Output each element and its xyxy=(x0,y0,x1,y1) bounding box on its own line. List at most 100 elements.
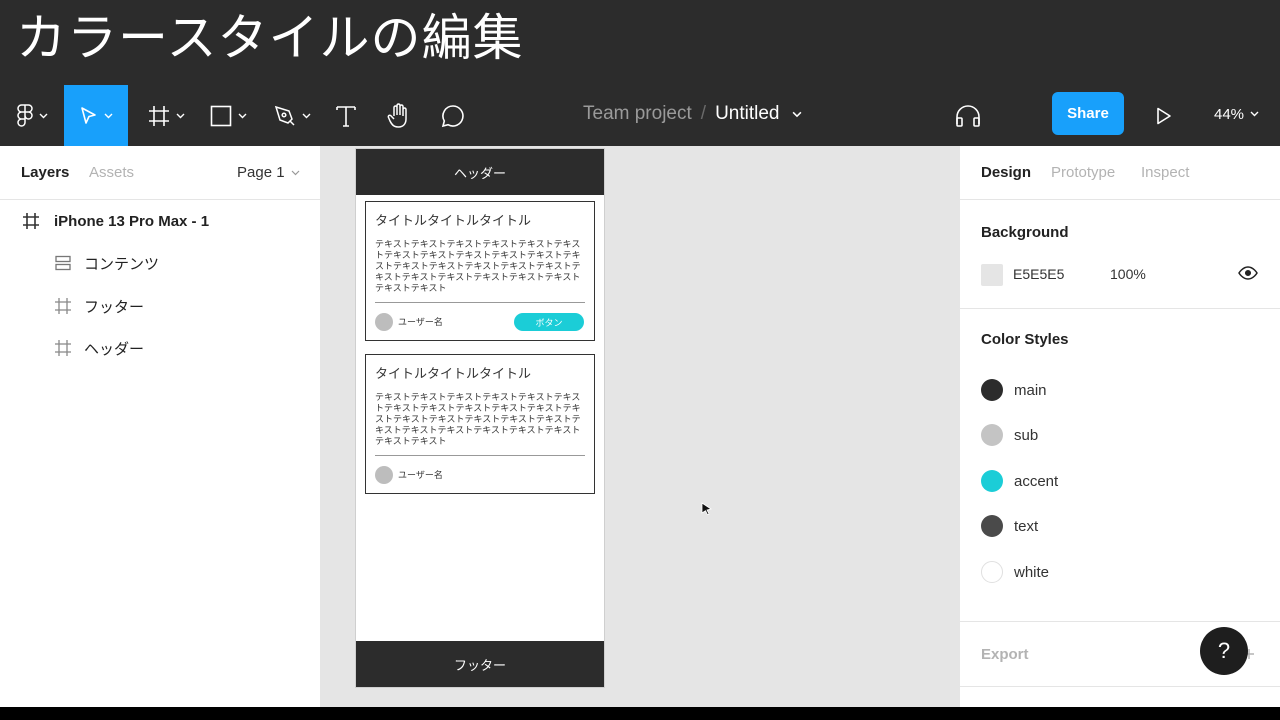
help-button[interactable]: ? xyxy=(1200,627,1248,675)
color-style-sub[interactable]: sub xyxy=(981,423,1038,447)
title-banner: カラースタイルの編集 xyxy=(0,0,1280,82)
mouse-cursor-icon xyxy=(701,502,712,516)
card-body: テキストテキストテキストテキストテキストテキストテキストテキストテキストテキスト… xyxy=(375,240,581,294)
zoom-level: 44% xyxy=(1214,105,1245,123)
main-menu-button[interactable] xyxy=(12,85,52,146)
card-title: タイトルタイトルタイトル xyxy=(375,214,532,229)
chevron-down-icon xyxy=(302,113,310,118)
layer-header[interactable]: ヘッダー xyxy=(54,333,144,363)
card[interactable]: タイトルタイトルタイトル テキストテキストテキストテキストテキストテキストテキス… xyxy=(365,201,595,341)
move-tool-button[interactable] xyxy=(64,85,128,146)
color-style-text[interactable]: text xyxy=(981,514,1038,538)
breadcrumb: Team project / Untitled xyxy=(583,82,802,146)
breadcrumb-separator: / xyxy=(700,103,707,124)
tab-design[interactable]: Design xyxy=(981,164,1031,181)
color-style-name: white xyxy=(1014,563,1050,581)
frame-footer[interactable]: フッター xyxy=(356,641,604,687)
color-swatch xyxy=(981,515,1003,537)
figma-menu-icon xyxy=(16,103,33,127)
text-tool-icon xyxy=(336,105,356,127)
background-opacity[interactable]: 100% xyxy=(1110,266,1146,282)
tab-inspect[interactable]: Inspect xyxy=(1141,164,1189,181)
card-username: ユーザー名 xyxy=(398,471,443,481)
chevron-down-icon xyxy=(291,170,299,175)
layer-contents[interactable]: コンテンツ xyxy=(54,248,159,278)
frame-tool-icon xyxy=(148,105,169,126)
card-button[interactable]: ボタン xyxy=(514,313,584,331)
avatar xyxy=(375,466,393,484)
audio-button[interactable] xyxy=(952,85,984,146)
banner-title: カラースタイルの編集 xyxy=(16,9,524,67)
zoom-menu[interactable]: 44% xyxy=(1214,82,1259,146)
page-selector[interactable]: Page 1 xyxy=(237,164,300,181)
background-swatch[interactable] xyxy=(981,264,1003,286)
export-section-title[interactable]: Export xyxy=(981,646,1029,663)
color-style-name: sub xyxy=(1014,426,1039,444)
right-panel-tabs: Design Prototype Inspect xyxy=(960,146,1280,200)
card-username: ユーザー名 xyxy=(398,318,443,328)
tab-layers[interactable]: Layers xyxy=(21,164,69,181)
color-swatch xyxy=(981,470,1003,492)
frame-header[interactable]: ヘッダー xyxy=(356,149,604,195)
color-style-white[interactable]: white xyxy=(981,560,1049,584)
design-panel: Design Prototype Inspect Background E5E5… xyxy=(960,146,1280,707)
headphones-icon xyxy=(956,104,980,127)
card[interactable]: タイトルタイトルタイトル テキストテキストテキストテキストテキストテキストテキス… xyxy=(365,354,595,494)
team-project-link[interactable]: Team project xyxy=(583,103,692,125)
pen-tool-icon xyxy=(274,105,295,126)
tab-prototype[interactable]: Prototype xyxy=(1051,164,1115,181)
toolbar: Team project / Untitled Share 44% xyxy=(0,82,1280,146)
text-tool-button[interactable] xyxy=(332,85,360,146)
chevron-down-icon xyxy=(1250,111,1259,117)
color-style-name: text xyxy=(1014,517,1039,535)
file-name[interactable]: Untitled xyxy=(715,103,779,125)
color-swatch xyxy=(981,424,1003,446)
shape-tool-icon xyxy=(210,105,231,126)
frame-icon xyxy=(55,298,71,314)
hand-tool-icon xyxy=(387,102,407,128)
play-icon xyxy=(1157,107,1171,124)
color-styles-title: Color Styles xyxy=(981,331,1069,348)
chevron-down-icon xyxy=(104,113,112,118)
background-hex[interactable]: E5E5E5 xyxy=(1013,266,1064,282)
comment-tool-icon xyxy=(441,104,464,127)
layer-iphone-frame[interactable]: iPhone 13 Pro Max - 1 xyxy=(22,206,209,236)
section-divider xyxy=(960,621,1280,622)
card-title: タイトルタイトルタイトル xyxy=(375,367,532,382)
layer-name: iPhone 13 Pro Max - 1 xyxy=(54,212,210,230)
frame-icon xyxy=(23,213,39,229)
tab-assets[interactable]: Assets xyxy=(89,164,134,181)
avatar xyxy=(375,313,393,331)
present-button[interactable] xyxy=(1152,85,1176,146)
page-name: Page 1 xyxy=(237,164,285,181)
chevron-down-icon xyxy=(238,113,246,118)
move-tool-icon xyxy=(80,106,96,124)
chevron-down-icon xyxy=(39,113,47,118)
pen-tool-button[interactable] xyxy=(270,85,314,146)
left-panel-tabs: Layers Assets Page 1 xyxy=(0,146,320,200)
chevron-down-icon[interactable] xyxy=(792,111,802,118)
auto-layout-icon xyxy=(55,255,71,271)
canvas[interactable]: ヘッダー タイトルタイトルタイトル テキストテキストテキストテキストテキストテキ… xyxy=(320,146,960,707)
layer-name: コンテンツ xyxy=(84,254,160,273)
frame-tool-button[interactable] xyxy=(144,85,188,146)
color-style-name: main xyxy=(1014,381,1047,399)
card-divider xyxy=(375,455,585,456)
layer-name: ヘッダー xyxy=(84,339,145,358)
iphone-frame[interactable]: ヘッダー タイトルタイトルタイトル テキストテキストテキストテキストテキストテキ… xyxy=(355,148,605,688)
comment-tool-button[interactable] xyxy=(438,85,468,146)
chevron-down-icon xyxy=(176,113,184,118)
card-body: テキストテキストテキストテキストテキストテキストテキストテキストテキストテキスト… xyxy=(375,393,581,447)
frame-icon xyxy=(55,340,71,356)
eye-icon[interactable] xyxy=(1238,266,1258,280)
hand-tool-button[interactable] xyxy=(384,85,414,146)
shape-tool-button[interactable] xyxy=(206,85,250,146)
color-swatch xyxy=(981,561,1003,583)
layers-panel: Layers Assets Page 1 iPhone 13 Pro Max -… xyxy=(0,146,320,707)
color-style-accent[interactable]: accent xyxy=(981,469,1058,493)
section-divider xyxy=(960,308,1280,309)
color-style-name: accent xyxy=(1014,472,1059,490)
share-button[interactable]: Share xyxy=(1052,92,1124,135)
color-style-main[interactable]: main xyxy=(981,378,1047,402)
layer-footer[interactable]: フッター xyxy=(54,291,144,321)
